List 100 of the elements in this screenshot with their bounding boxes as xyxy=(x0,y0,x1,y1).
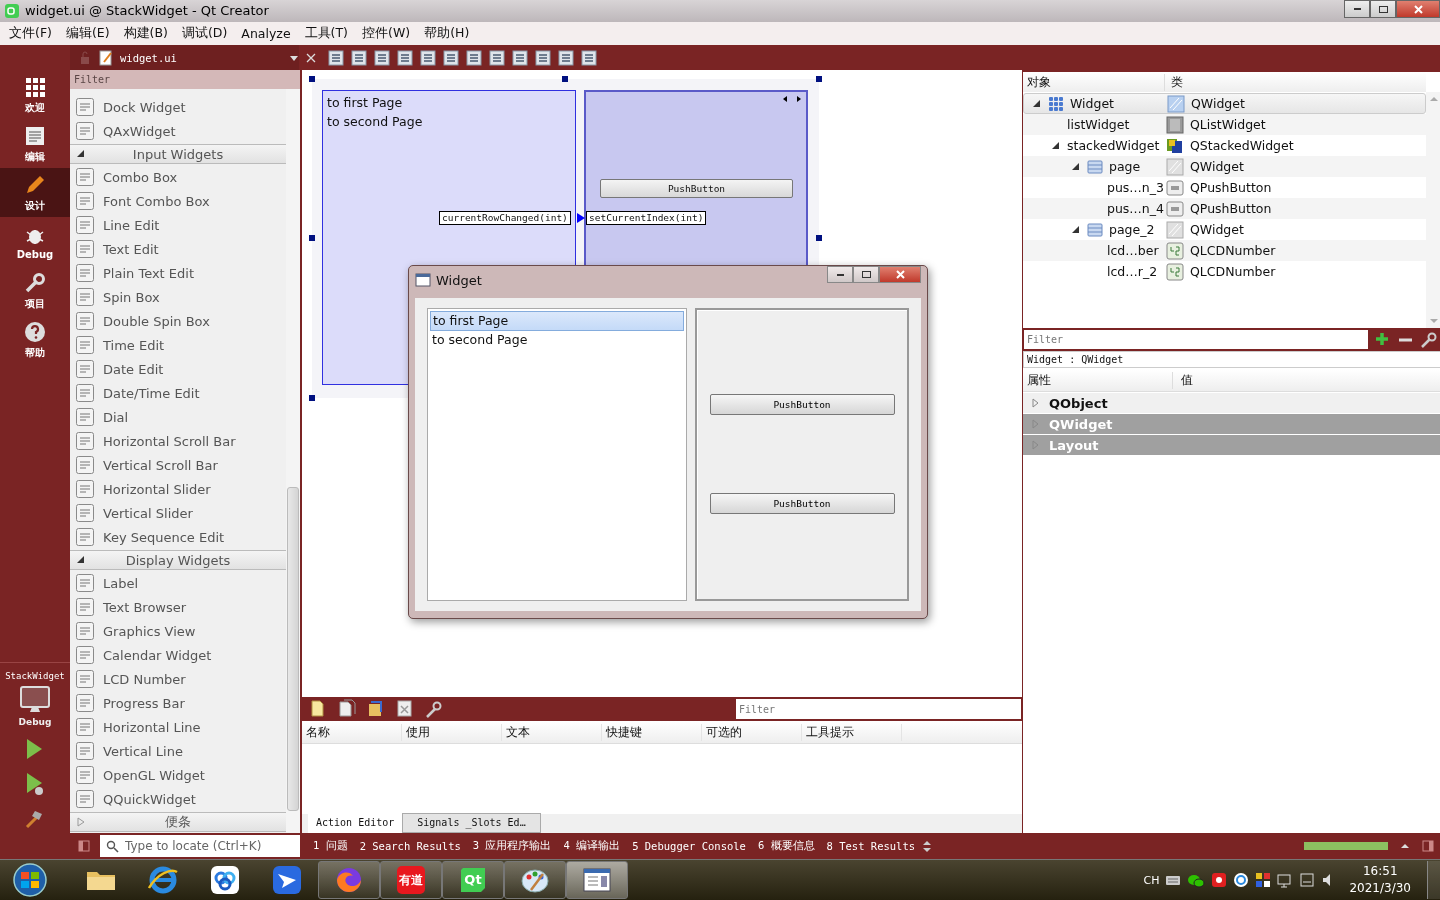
menu-item[interactable]: 调试(D) xyxy=(174,24,235,42)
next-page-icon[interactable] xyxy=(796,95,802,103)
widget-item[interactable]: LCD Number xyxy=(70,667,286,691)
dropdown-caret-icon[interactable] xyxy=(289,53,299,62)
widget-item[interactable]: Vertical Scroll Bar xyxy=(70,453,286,477)
widget-item[interactable]: Plain Text Edit xyxy=(70,261,286,285)
output-pane-button[interactable]: 2 Search Results xyxy=(354,840,466,852)
app-icon[interactable] xyxy=(1211,872,1228,888)
minimize-button[interactable] xyxy=(827,266,853,283)
flag-icon[interactable] xyxy=(1299,872,1316,888)
toolbar-icon[interactable] xyxy=(488,48,506,67)
menu-item[interactable]: 编辑(E) xyxy=(58,24,117,42)
minimize-button[interactable] xyxy=(1344,0,1370,18)
squares-icon[interactable] xyxy=(1255,872,1272,888)
menu-item[interactable]: 文件(F) xyxy=(2,24,59,42)
mode-button[interactable]: 编辑 xyxy=(0,119,70,168)
tab[interactable]: Signals _Slots Ed… xyxy=(402,813,541,833)
tree-row[interactable]: page QWidget xyxy=(1023,156,1426,177)
chat-bubbles-icon[interactable] xyxy=(1187,872,1206,888)
category-header[interactable]: 便条 xyxy=(70,812,286,832)
expand-up-icon[interactable] xyxy=(1400,842,1410,850)
tree-row[interactable]: pus…n_3 QPushButton xyxy=(1023,177,1426,198)
resize-handle[interactable] xyxy=(309,76,315,82)
mode-button[interactable]: 欢迎 xyxy=(0,70,70,119)
widget-item[interactable]: Line Edit xyxy=(70,213,286,237)
language-indicator[interactable]: CH xyxy=(1143,873,1160,887)
widget-item[interactable]: Combo Box xyxy=(70,165,286,189)
close-button[interactable] xyxy=(879,266,921,283)
taskbar-button[interactable]: 有道 xyxy=(380,861,442,899)
widget-item[interactable]: OpenGL Widget xyxy=(70,763,286,787)
mode-button[interactable]: 设计 xyxy=(0,168,70,217)
toolbar-icon[interactable] xyxy=(511,48,529,67)
start-button-icon[interactable] xyxy=(12,862,48,898)
expanded-arrow-icon[interactable] xyxy=(1071,224,1081,235)
tree-row[interactable]: listWidget QListWidget xyxy=(1023,114,1426,135)
close-icon[interactable] xyxy=(305,51,317,64)
tree-row[interactable]: lcd…ber QLCDNumber xyxy=(1023,240,1426,261)
widget-item[interactable]: Graphics View xyxy=(70,619,286,643)
widget-item[interactable]: Calendar Widget xyxy=(70,643,286,667)
widget-item[interactable]: Date/Time Edit xyxy=(70,381,286,405)
list-item[interactable]: to first Page xyxy=(327,93,571,112)
list-item[interactable]: to second Page xyxy=(430,331,684,349)
sidebar-toggle-icon[interactable] xyxy=(78,840,90,852)
tree-row[interactable]: pus…n_4 QPushButton xyxy=(1023,198,1426,219)
menu-item[interactable]: 工具(T) xyxy=(297,24,355,42)
toolbar-icon[interactable] xyxy=(557,48,575,67)
expanded-arrow-icon[interactable] xyxy=(1051,140,1061,151)
mode-button[interactable]: 帮助 xyxy=(0,315,70,364)
column-header[interactable]: 快捷键 xyxy=(602,723,702,741)
menu-item[interactable]: 帮助(H) xyxy=(417,24,477,42)
widget-item[interactable]: Progress Bar xyxy=(70,691,286,715)
expanded-arrow-icon[interactable] xyxy=(1032,98,1042,109)
toolbar-icon[interactable] xyxy=(465,48,483,67)
debug-run-icon[interactable] xyxy=(24,771,46,797)
output-pane-button[interactable]: 3 应用程序输出 xyxy=(467,839,557,853)
widget-item[interactable]: Horizontal Scroll Bar xyxy=(70,429,286,453)
toolbar-icon[interactable] xyxy=(327,48,345,67)
resize-handle[interactable] xyxy=(309,395,315,401)
widget-item[interactable]: Horizontal Line xyxy=(70,715,286,739)
widget-item[interactable]: Text Browser xyxy=(70,595,286,619)
column-header[interactable]: 工具提示 xyxy=(802,723,902,741)
column-header[interactable]: 文本 xyxy=(502,723,602,741)
column-header[interactable]: 使用 xyxy=(402,723,502,741)
scroll-thumb[interactable] xyxy=(287,487,299,811)
resize-handle[interactable] xyxy=(816,235,822,241)
widget-item[interactable]: Dock Widget xyxy=(70,95,286,119)
widget-item[interactable]: Date Edit xyxy=(70,357,286,381)
circle-icon[interactable] xyxy=(1233,872,1250,888)
output-pane-button[interactable]: 8 Test Results xyxy=(821,840,921,852)
widget-item[interactable]: Label xyxy=(70,571,286,595)
up-down-arrows-icon[interactable] xyxy=(922,839,933,853)
widget-item[interactable]: Dial xyxy=(70,405,286,429)
output-pane-button[interactable]: 6 概要信息 xyxy=(752,839,820,853)
menu-item[interactable]: 构建(B) xyxy=(116,24,175,42)
mode-button[interactable]: 项目 xyxy=(0,266,70,315)
column-header[interactable]: 名称 xyxy=(302,723,402,741)
output-pane-button[interactable]: 5 Debugger Console xyxy=(627,840,751,852)
list-item[interactable]: to second Page xyxy=(327,112,571,131)
widget-item[interactable]: Time Edit xyxy=(70,333,286,357)
toolbar-icon[interactable] xyxy=(373,48,391,67)
maximize-button[interactable] xyxy=(1370,0,1396,18)
build-target-button[interactable]: Debug xyxy=(18,685,52,727)
tree-row[interactable]: stackedWidget QStackedWidget xyxy=(1023,135,1426,156)
toolbar-icon[interactable] xyxy=(350,48,368,67)
mode-button[interactable]: Debug xyxy=(0,217,70,266)
output-pane-button[interactable]: 1 问题 xyxy=(308,839,353,853)
scrollbar[interactable] xyxy=(286,89,300,833)
sidebar-toggle-icon[interactable] xyxy=(1422,840,1434,852)
list-item[interactable]: to first Page xyxy=(430,311,684,331)
toolbar-icon[interactable] xyxy=(419,48,437,67)
widget-item[interactable]: Font Combo Box xyxy=(70,189,286,213)
tab[interactable]: Action Editor xyxy=(308,814,403,833)
category-header[interactable]: Input Widgets xyxy=(70,144,286,164)
widget-item[interactable]: Key Sequence Edit xyxy=(70,525,286,549)
tree-row[interactable]: Widget QWidget xyxy=(1023,93,1426,114)
locate-field[interactable]: Type to locate (Ctrl+K) xyxy=(100,835,300,857)
resize-handle[interactable] xyxy=(816,76,822,82)
column-header[interactable]: 对象 xyxy=(1023,73,1165,91)
widget-item[interactable]: Double Spin Box xyxy=(70,309,286,333)
property-group[interactable]: QObject xyxy=(1023,393,1440,413)
